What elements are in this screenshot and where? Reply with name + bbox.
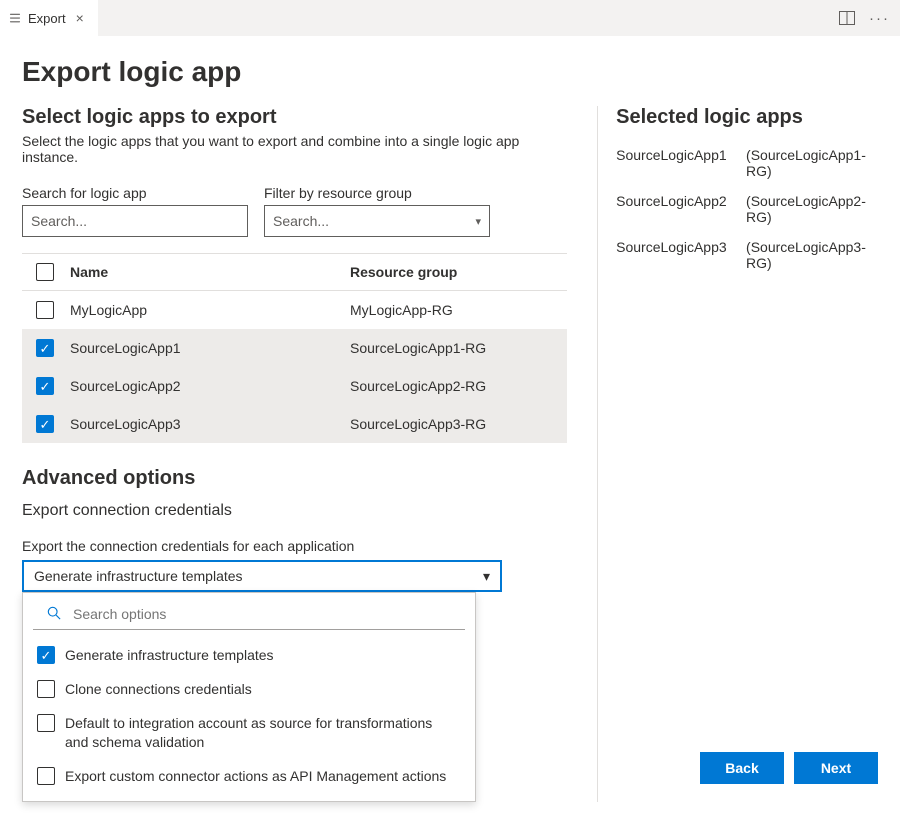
logic-apps-table: Name Resource group MyLogicApp MyLogicAp…: [22, 253, 567, 443]
advanced-description: Export the connection credentials for ea…: [22, 538, 567, 554]
selected-rg: (SourceLogicApp2-RG): [746, 193, 878, 225]
row-name: SourceLogicApp3: [70, 416, 350, 432]
selected-name: SourceLogicApp1: [616, 147, 734, 179]
selected-item: SourceLogicApp2 (SourceLogicApp2-RG): [616, 193, 878, 225]
section-heading: Select logic apps to export: [22, 106, 567, 129]
section-subtitle: Select the logic apps that you want to e…: [22, 133, 567, 165]
table-row[interactable]: SourceLogicApp2 SourceLogicApp2-RG: [22, 367, 567, 405]
selected-name: SourceLogicApp3: [616, 239, 734, 271]
panel-split-icon[interactable]: [839, 11, 855, 25]
row-rg: SourceLogicApp1-RG: [350, 340, 553, 356]
row-rg: MyLogicApp-RG: [350, 302, 553, 318]
filter-placeholder: Search...: [273, 213, 329, 229]
option-label: Default to integration account as source…: [65, 714, 445, 750]
row-rg: SourceLogicApp3-RG: [350, 416, 553, 432]
page-title: Export logic app: [22, 56, 878, 88]
search-label: Search for logic app: [22, 185, 248, 201]
dropdown-option[interactable]: Default to integration account as source…: [23, 706, 475, 758]
selected-item: SourceLogicApp1 (SourceLogicApp1-RG): [616, 147, 878, 179]
row-checkbox[interactable]: [36, 377, 54, 395]
dropdown-value: Generate infrastructure templates: [34, 568, 243, 584]
advanced-subheading: Export connection credentials: [22, 502, 567, 520]
table-row[interactable]: MyLogicApp MyLogicApp-RG: [22, 291, 567, 329]
footer: Back Next: [700, 752, 878, 784]
chevron-down-icon: ▾: [475, 215, 481, 228]
option-checkbox[interactable]: [37, 767, 55, 785]
search-input[interactable]: [22, 205, 248, 237]
row-checkbox[interactable]: [36, 415, 54, 433]
filter-label: Filter by resource group: [264, 185, 490, 201]
table-row[interactable]: SourceLogicApp3 SourceLogicApp3-RG: [22, 405, 567, 443]
chevron-down-icon: ▾: [483, 568, 490, 585]
list-icon: [8, 11, 22, 25]
close-icon[interactable]: ×: [72, 9, 88, 27]
selected-heading: Selected logic apps: [616, 106, 878, 129]
tab-title: Export: [28, 11, 66, 26]
option-checkbox[interactable]: [37, 680, 55, 698]
dropdown-panel: Generate infrastructure templates Clone …: [22, 592, 476, 802]
selected-list: SourceLogicApp1 (SourceLogicApp1-RG) Sou…: [616, 147, 878, 271]
dropdown-search: [33, 601, 465, 630]
option-label: Export custom connector actions as API M…: [65, 767, 446, 785]
tab-export[interactable]: Export ×: [0, 0, 98, 36]
dropdown-option[interactable]: Clone connections credentials: [23, 672, 475, 706]
row-name: MyLogicApp: [70, 302, 350, 318]
more-icon[interactable]: ···: [869, 10, 890, 27]
option-checkbox[interactable]: [37, 714, 55, 732]
table-row[interactable]: SourceLogicApp1 SourceLogicApp1-RG: [22, 329, 567, 367]
selected-name: SourceLogicApp2: [616, 193, 734, 225]
option-label: Clone connections credentials: [65, 680, 252, 698]
filter-combo[interactable]: Search... ▾: [264, 205, 490, 237]
row-rg: SourceLogicApp2-RG: [350, 378, 553, 394]
col-header-rg[interactable]: Resource group: [350, 264, 553, 280]
back-button[interactable]: Back: [700, 752, 784, 784]
dropdown-option[interactable]: Export custom connector actions as API M…: [23, 759, 475, 793]
dropdown-search-input[interactable]: [71, 605, 451, 623]
selected-rg: (SourceLogicApp3-RG): [746, 239, 878, 271]
select-all-checkbox[interactable]: [36, 263, 54, 281]
advanced-heading: Advanced options: [22, 467, 567, 490]
dropdown-option[interactable]: Generate infrastructure templates: [23, 638, 475, 672]
search-icon: [47, 606, 61, 623]
next-button[interactable]: Next: [794, 752, 878, 784]
row-checkbox[interactable]: [36, 339, 54, 357]
selected-rg: (SourceLogicApp1-RG): [746, 147, 878, 179]
row-name: SourceLogicApp2: [70, 378, 350, 394]
table-header: Name Resource group: [22, 253, 567, 291]
col-header-name[interactable]: Name: [70, 264, 350, 280]
row-checkbox[interactable]: [36, 301, 54, 319]
row-name: SourceLogicApp1: [70, 340, 350, 356]
tab-bar-actions: ···: [839, 0, 890, 36]
option-label: Generate infrastructure templates: [65, 646, 274, 664]
selected-item: SourceLogicApp3 (SourceLogicApp3-RG): [616, 239, 878, 271]
credentials-dropdown[interactable]: Generate infrastructure templates ▾: [22, 560, 502, 592]
tab-bar: Export × ···: [0, 0, 900, 36]
option-checkbox[interactable]: [37, 646, 55, 664]
